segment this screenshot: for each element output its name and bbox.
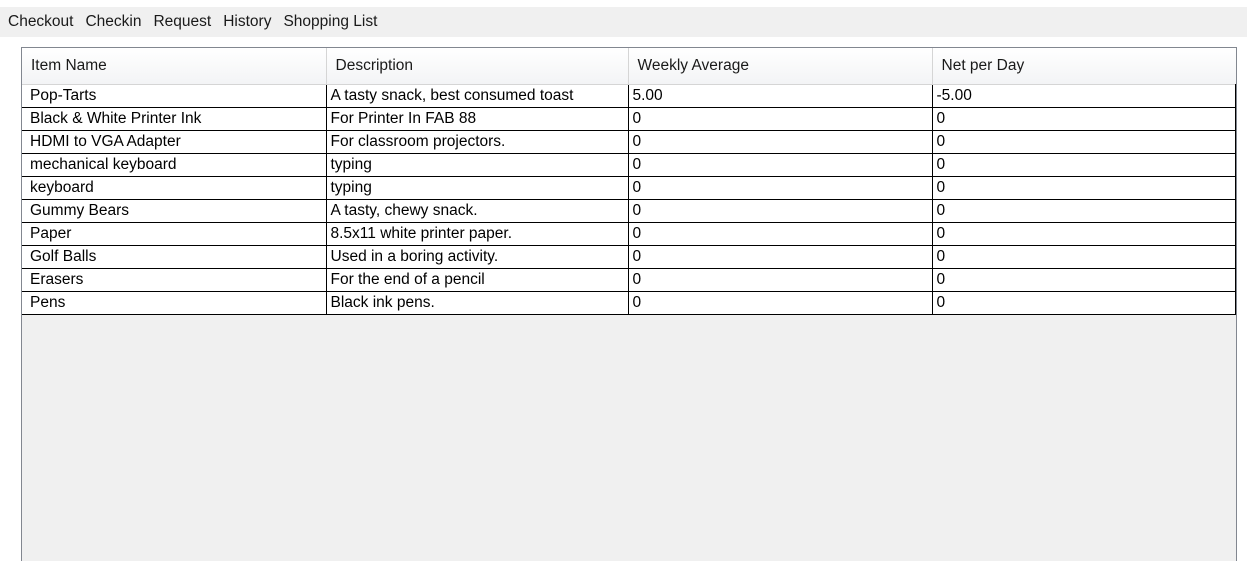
cell-weekly-average[interactable]: 0: [627, 198, 933, 223]
cell-weekly-average[interactable]: 0: [627, 175, 933, 200]
menu-bar: Checkout Checkin Request History Shoppin…: [0, 7, 1247, 37]
cell-description[interactable]: 8.5x11 white printer paper.: [325, 221, 629, 246]
table-row[interactable]: HDMI to VGA Adapter For classroom projec…: [22, 129, 1236, 154]
cell-item-name[interactable]: Golf Balls: [22, 244, 327, 269]
table-row[interactable]: Paper 8.5x11 white printer paper. 0 0: [22, 221, 1236, 246]
table-row[interactable]: Black & White Printer Ink For Printer In…: [22, 106, 1236, 131]
cell-net-per-day[interactable]: 0: [931, 152, 1236, 177]
cell-item-name[interactable]: mechanical keyboard: [22, 152, 327, 177]
cell-weekly-average[interactable]: 0: [627, 129, 933, 154]
table-row[interactable]: Pop-Tarts A tasty snack, best consumed t…: [22, 83, 1236, 108]
cell-weekly-average[interactable]: 0: [627, 290, 933, 315]
cell-weekly-average[interactable]: 0: [627, 106, 933, 131]
cell-weekly-average[interactable]: 0: [627, 221, 933, 246]
column-header-item-name[interactable]: Item Name: [22, 48, 327, 85]
table-row[interactable]: Erasers For the end of a pencil 0 0: [22, 267, 1236, 292]
cell-net-per-day[interactable]: 0: [931, 129, 1236, 154]
cell-description[interactable]: Used in a boring activity.: [325, 244, 629, 269]
cell-net-per-day[interactable]: 0: [931, 290, 1236, 315]
cell-description[interactable]: typing: [325, 175, 629, 200]
cell-net-per-day[interactable]: 0: [931, 244, 1236, 269]
items-table: Item Name Description Weekly Average Net…: [22, 48, 1236, 315]
column-header-net-per-day[interactable]: Net per Day: [932, 48, 1236, 85]
table-row[interactable]: Gummy Bears A tasty, chewy snack. 0 0: [22, 198, 1236, 223]
menu-request[interactable]: Request: [147, 7, 217, 37]
table-row[interactable]: keyboard typing 0 0: [22, 175, 1236, 200]
cell-description[interactable]: A tasty snack, best consumed toast: [325, 83, 629, 108]
cell-item-name[interactable]: Paper: [22, 221, 327, 246]
cell-item-name[interactable]: Gummy Bears: [22, 198, 327, 223]
cell-item-name[interactable]: Pop-Tarts: [22, 83, 327, 108]
cell-weekly-average[interactable]: 0: [627, 267, 933, 292]
cell-weekly-average[interactable]: 5.00: [627, 83, 933, 108]
menu-shopping-list[interactable]: Shopping List: [277, 7, 383, 37]
cell-description[interactable]: For the end of a pencil: [325, 267, 629, 292]
cell-item-name[interactable]: keyboard: [22, 175, 327, 200]
cell-description[interactable]: For classroom projectors.: [325, 129, 629, 154]
menu-checkout[interactable]: Checkout: [2, 7, 79, 37]
cell-net-per-day[interactable]: -5.00: [931, 83, 1236, 108]
table-row[interactable]: Pens Black ink pens. 0 0: [22, 290, 1236, 315]
cell-net-per-day[interactable]: 0: [931, 221, 1236, 246]
cell-net-per-day[interactable]: 0: [931, 198, 1236, 223]
cell-net-per-day[interactable]: 0: [931, 175, 1236, 200]
cell-description[interactable]: typing: [325, 152, 629, 177]
cell-description[interactable]: A tasty, chewy snack.: [325, 198, 629, 223]
table-row[interactable]: Golf Balls Used in a boring activity. 0 …: [22, 244, 1236, 269]
cell-weekly-average[interactable]: 0: [627, 244, 933, 269]
column-header-description[interactable]: Description: [326, 48, 629, 85]
cell-net-per-day[interactable]: 0: [931, 106, 1236, 131]
menu-checkin[interactable]: Checkin: [79, 7, 147, 37]
cell-description[interactable]: For Printer In FAB 88: [325, 106, 629, 131]
cell-item-name[interactable]: Black & White Printer Ink: [22, 106, 327, 131]
cell-net-per-day[interactable]: 0: [931, 267, 1236, 292]
cell-item-name[interactable]: HDMI to VGA Adapter: [22, 129, 327, 154]
cell-description[interactable]: Black ink pens.: [325, 290, 629, 315]
cell-item-name[interactable]: Pens: [22, 290, 327, 315]
header-row: Item Name Description Weekly Average Net…: [22, 48, 1236, 85]
table-row[interactable]: mechanical keyboard typing 0 0: [22, 152, 1236, 177]
column-header-weekly-average[interactable]: Weekly Average: [628, 48, 933, 85]
cell-item-name[interactable]: Erasers: [22, 267, 327, 292]
cell-weekly-average[interactable]: 0: [627, 152, 933, 177]
menu-history[interactable]: History: [217, 7, 277, 37]
items-data-grid[interactable]: Item Name Description Weekly Average Net…: [21, 47, 1237, 561]
